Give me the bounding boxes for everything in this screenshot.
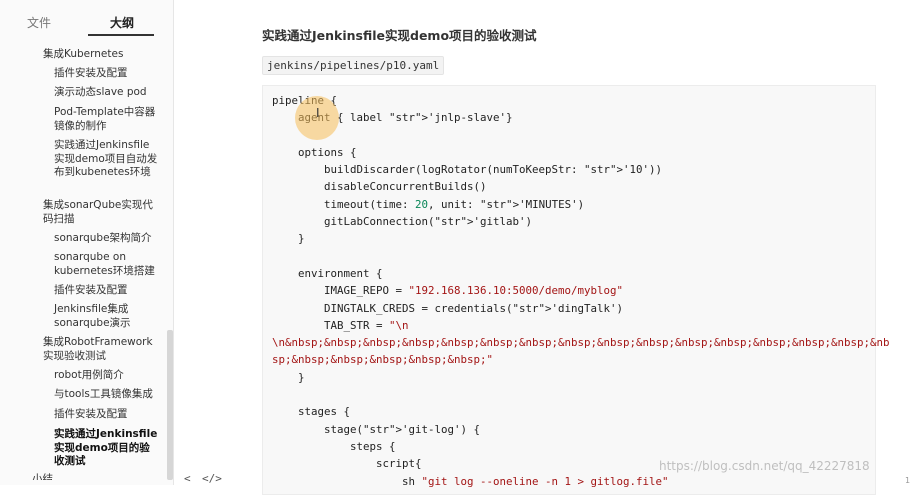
outline-item[interactable]: 插件安装及配置 [54,67,158,81]
code-line: buildDiscarder(logRotator(numToKeepStr: … [272,163,663,177]
tab-files[interactable]: 文件 [27,14,51,31]
code-block[interactable]: pipeline { agent { label "str">'jnlp-sla… [262,85,890,496]
code-line: ​ [272,127,866,144]
outline-item[interactable]: robot用例简介 [54,369,158,383]
file-path-code: jenkins/pipelines/p10.yaml [262,56,445,75]
sidebar-tabs: 文件 大纲 [0,0,174,40]
sidebar-scrollbar[interactable] [167,330,173,480]
code-line: DINGTALK_CREDS = credentials("str">'ding… [272,301,624,315]
outline-list: 集成Kubernetes 插件安装及配置 演示动态slave pod Pod-Temp… [0,44,168,480]
editor-main: 实践通过Jenkinsfile实现demo项目的验收测试 jenkins/pip… [175,0,911,495]
outline-item[interactable]: 插件安装及配置 [54,284,158,298]
page-number: 1 [905,476,911,485]
code-line: } [272,370,305,384]
text-cursor-icon: I [316,106,320,120]
code-line: agent { label "str">'jnlp-slave'} [298,111,513,125]
outline-item[interactable]: 集成sonarQube实现代码扫描 [43,199,161,226]
outline-item[interactable]: 集成Kubernetes [43,48,161,62]
code-line: stage("str">'git-log') { [272,422,481,436]
code-content[interactable]: pipeline { agent { label "str">'jnlp-sla… [263,86,890,496]
code-line: timeout(time: 20, unit: "str">'MINUTES') [272,197,585,211]
outline-item[interactable]: 小结 [32,473,53,480]
code-line: stages { [272,405,351,419]
code-line: disableConcurrentBuilds() [272,180,487,194]
code-line: environment { [272,266,383,280]
code-line: gitLabConnection("str">'gitlab') [272,215,533,229]
section-heading: 实践通过Jenkinsfile实现demo项目的验收测试 [262,28,537,43]
outline-item[interactable]: 与tools工具镜像集成 [54,388,158,402]
code-line: ​ [272,248,866,265]
code-line: pipeline { [272,94,338,107]
code-line: IMAGE_REPO = "192.168.136.10:5000/demo/m… [272,284,624,298]
outline-item[interactable]: 集成RobotFramework实现验收测试 [43,336,161,363]
outline-item[interactable]: Pod-Template中容器镜像的制作 [54,106,158,133]
code-line: ​ [272,386,866,403]
outline-item[interactable]: 插件安装及配置 [54,408,158,422]
sidebar: 文件 大纲 集成Kubernetes 插件安装及配置 演示动态slave pod Po… [0,0,174,485]
outline-item[interactable]: 演示动态slave pod [54,86,158,100]
code-line: sp;&nbsp;&nbsp;&nbsp;&nbsp;&nbsp;" [272,353,494,367]
outline-item[interactable]: sonarqube on kubernetes环境搭建 [54,251,158,278]
code-line: options { [272,145,357,159]
outline-item[interactable]: 实践通过Jenkinsfile实现demo项目的验收测试 [54,428,158,469]
code-line: \n&nbsp;&nbsp;&nbsp;&nbsp;&nbsp;&nbsp;&n… [272,336,890,350]
code-line: TAB_STR = "\n [272,318,409,332]
code-line: } [272,232,305,246]
tab-outline[interactable]: 大纲 [110,14,134,31]
watermark: https://blog.csdn.net/qq_42227818 [659,459,870,473]
outline-item[interactable]: 实践通过Jenkinsfile实现demo项目自动发布到kubenetes环境 [54,139,158,180]
outline-item[interactable]: Jenkinsfile集成sonarqube演示 [54,303,158,330]
code-line: steps { [272,439,396,453]
outline-item[interactable]: sonarqube架构简介 [54,232,158,246]
code-line: sh "git log --oneline -n 1 > gitlog.file… [272,474,669,488]
active-tab-indicator [88,34,154,36]
